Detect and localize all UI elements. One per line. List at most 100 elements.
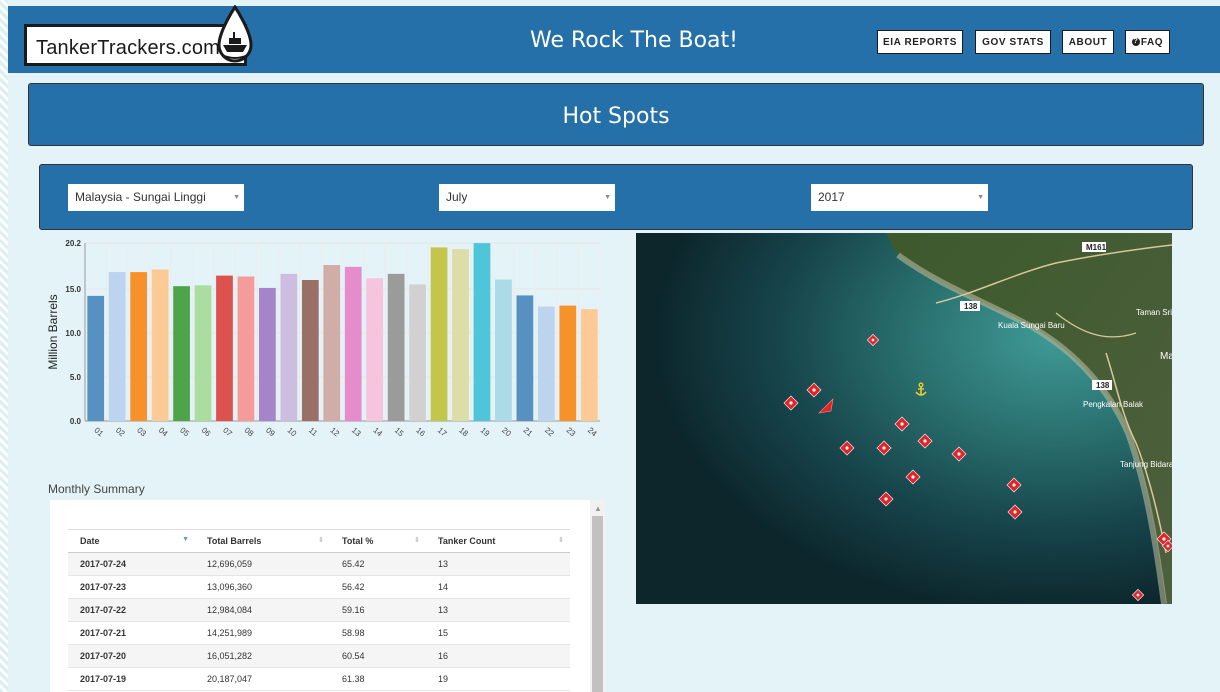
bar <box>301 280 319 421</box>
x-tick-label: 07 <box>221 426 234 439</box>
scroll-up-arrow-icon[interactable]: ▲ <box>594 504 602 513</box>
map-label: Taman Sri <box>1136 308 1172 317</box>
column-header-total-percent[interactable]: Total % ⇕ <box>330 529 426 553</box>
sort-icon: ⇕ <box>318 537 324 544</box>
column-header-tanker-count[interactable]: Tanker Count ⇕ <box>426 529 570 553</box>
cell-total-percent: 60.54 <box>330 644 426 668</box>
faq-label: FAQ <box>1140 36 1164 48</box>
x-tick-label: 12 <box>328 426 341 439</box>
filter-bar: Malaysia - Sungai Linggi ▼ July ▼ 2017 ▼ <box>39 164 1193 230</box>
question-circle-icon: ? <box>1131 38 1140 46</box>
daily-barrels-chart: 0.0 5.0 10.0 15.0 20.2 01 02 03 04 05 06 07 08 09 10 11… <box>45 233 605 473</box>
bar <box>323 265 341 421</box>
x-tick-label: 23 <box>565 426 578 439</box>
cell-total-percent: 61.38 <box>330 667 426 691</box>
column-header-date[interactable]: Date ▼ <box>68 529 195 553</box>
cell-total-barrels: 12,984,084 <box>195 598 330 622</box>
x-tick-label: 08 <box>243 426 256 439</box>
bar <box>216 275 233 421</box>
page-title: Hot Spots <box>562 104 670 129</box>
table-row[interactable]: 2017-07-20 16,051,282 60.54 16 <box>68 644 570 668</box>
water-drop-boat-icon <box>217 5 253 63</box>
eia-reports-button[interactable]: EIA REPORTS <box>877 30 963 54</box>
gov-stats-button[interactable]: GOV STATS <box>975 30 1051 54</box>
monthly-summary-title: Monthly Summary <box>48 482 145 496</box>
cell-total-percent: 65.42 <box>330 552 426 576</box>
month-select[interactable]: July ▼ <box>439 184 615 211</box>
summary-table: Date ▼ Total Barrels ⇕ Total % ⇕ Tanker Cou… <box>68 529 570 691</box>
x-tick-label: 02 <box>114 426 127 439</box>
cell-tanker-count: 14 <box>426 575 570 599</box>
x-tick-label: 06 <box>200 426 213 439</box>
scrollbar-thumb[interactable] <box>592 516 603 692</box>
cell-total-percent: 58.98 <box>330 621 426 645</box>
x-tick-label: 13 <box>350 426 363 439</box>
bar <box>173 286 190 421</box>
y-tick-label: 5.0 <box>70 373 82 382</box>
cell-date: 2017-07-19 <box>68 667 195 691</box>
location-select-value: Malaysia - Sungai Linggi <box>75 190 206 204</box>
x-tick-label: 19 <box>479 426 492 439</box>
x-tick-label: 17 <box>436 426 449 439</box>
table-header-row: Date ▼ Total Barrels ⇕ Total % ⇕ Tanker Cou… <box>68 529 570 553</box>
x-tick-label: 04 <box>157 426 170 439</box>
x-tick-label: 03 <box>135 426 148 439</box>
map-label: M161 <box>1086 243 1107 252</box>
cell-tanker-count: 15 <box>426 621 570 645</box>
bar <box>366 278 384 421</box>
bar <box>516 295 534 421</box>
faq-button[interactable]: ? FAQ <box>1125 30 1170 54</box>
bar <box>430 247 448 421</box>
hot-spots-banner: Hot Spots <box>28 83 1204 146</box>
bar <box>559 305 577 421</box>
sort-icon: ⇕ <box>558 537 564 544</box>
y-tick-label: 10.0 <box>65 329 81 338</box>
site-tagline: We Rock The Boat! <box>530 28 738 53</box>
bar <box>151 269 169 421</box>
cell-total-barrels: 14,251,989 <box>195 621 330 645</box>
bar <box>387 273 405 421</box>
table-row[interactable]: 2017-07-21 14,251,989 58.98 15 <box>68 621 570 645</box>
map-label: Pengkalan Balak <box>1083 400 1144 409</box>
bar-chart-svg: 0.0 5.0 10.0 15.0 20.2 01 02 03 04 05 06 07 08 09 10 11… <box>46 239 601 439</box>
site-logo[interactable]: TankerTrackers.com <box>24 5 253 66</box>
bar <box>495 279 512 421</box>
cell-tanker-count: 19 <box>426 667 570 691</box>
x-tick-label: 01 <box>92 426 105 439</box>
summary-table-container: Date ▼ Total Barrels ⇕ Total % ⇕ Tanker Cou… <box>50 500 606 692</box>
select-caret-icon: ▼ <box>977 194 984 201</box>
bar <box>237 276 255 421</box>
x-tick-label: 21 <box>522 426 535 439</box>
sort-desc-icon: ▼ <box>182 536 189 543</box>
year-select[interactable]: 2017 ▼ <box>811 184 988 211</box>
cell-date: 2017-07-23 <box>68 575 195 599</box>
table-scrollbar[interactable]: ▲ <box>590 500 606 692</box>
cell-tanker-count: 13 <box>426 552 570 576</box>
table-row[interactable]: 2017-07-24 12,696,059 65.42 13 <box>68 552 570 576</box>
about-button[interactable]: ABOUT <box>1062 30 1114 54</box>
cell-date: 2017-07-20 <box>68 644 195 668</box>
sort-icon: ⇕ <box>414 537 420 544</box>
cell-total-percent: 56.42 <box>330 575 426 599</box>
x-tick-label: 20 <box>500 426 513 439</box>
bar <box>473 243 491 421</box>
year-select-value: 2017 <box>818 190 845 204</box>
table-row[interactable]: 2017-07-23 13,096,360 56.42 14 <box>68 575 570 599</box>
select-caret-icon: ▼ <box>233 194 240 201</box>
bar <box>194 285 212 421</box>
bar <box>344 266 362 421</box>
map-label: 138 <box>964 302 978 311</box>
cell-tanker-count: 16 <box>426 644 570 668</box>
satellite-map[interactable]: M161 138 Kuala Sungai Baru Taman Sri Mas… <box>636 233 1172 604</box>
map-label: Mas <box>1160 351 1172 362</box>
y-tick-label: 15.0 <box>65 285 81 294</box>
page-edge <box>0 0 8 692</box>
cell-total-barrels: 20,187,047 <box>195 667 330 691</box>
bar <box>130 272 148 421</box>
x-tick-label: 09 <box>264 426 277 439</box>
x-tick-label: 14 <box>371 426 384 439</box>
table-row[interactable]: 2017-07-19 20,187,047 61.38 19 <box>68 667 570 691</box>
column-header-total-barrels[interactable]: Total Barrels ⇕ <box>195 529 330 553</box>
location-select[interactable]: Malaysia - Sungai Linggi ▼ <box>68 184 244 211</box>
table-row[interactable]: 2017-07-22 12,984,084 59.16 13 <box>68 598 570 622</box>
